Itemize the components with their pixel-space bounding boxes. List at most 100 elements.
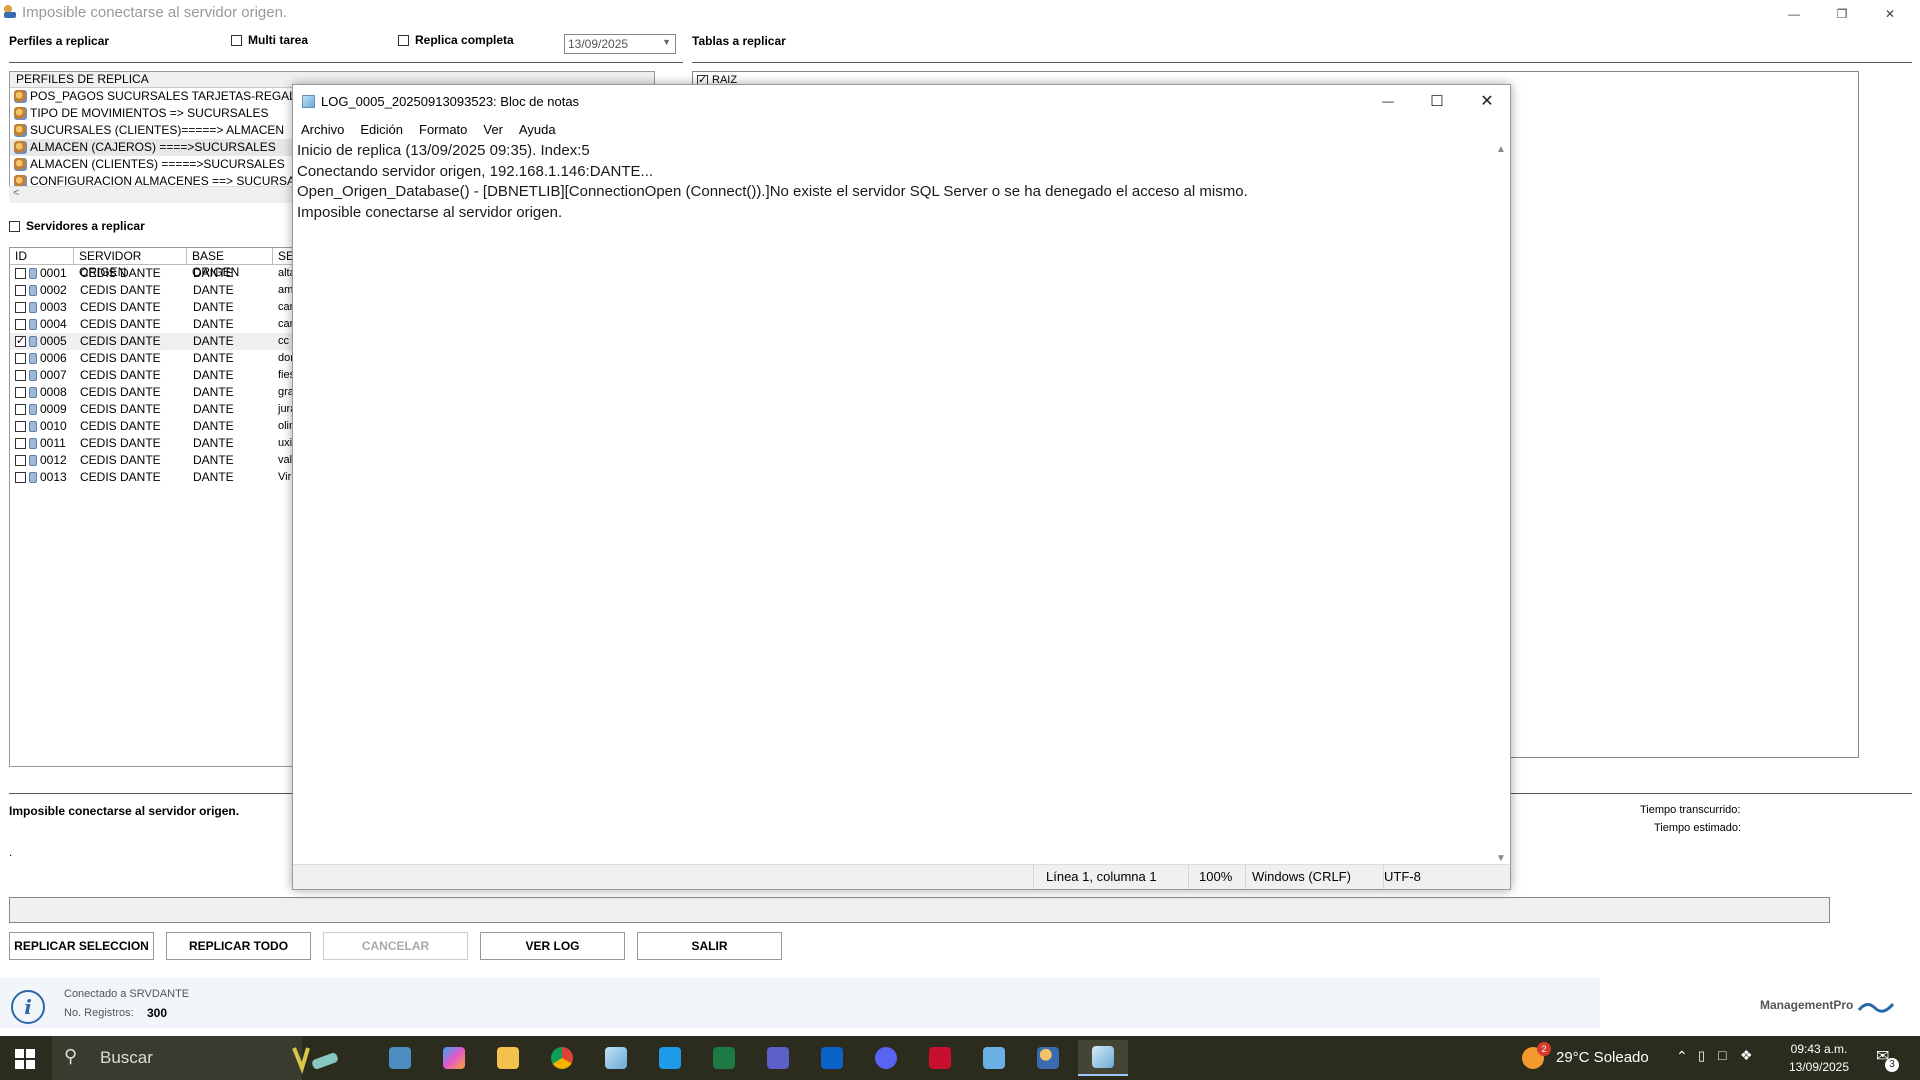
notepad-maximize-button[interactable]: ☐ <box>1413 85 1461 117</box>
row-checkbox[interactable] <box>15 353 26 364</box>
menu-archivo[interactable]: Archivo <box>293 119 352 141</box>
table-row[interactable]: 0006 CEDIS DANTE DANTE dor <box>10 350 308 367</box>
notepad-close-button[interactable]: ✕ <box>1463 85 1511 117</box>
search-icon: ⚲ <box>64 1046 78 1066</box>
taskbar-app-teams[interactable] <box>758 1040 798 1076</box>
taskbar-app-task-view[interactable] <box>380 1040 420 1076</box>
taskbar-app-chrome[interactable] <box>542 1040 582 1076</box>
close-icon: ✕ <box>1884 7 1896 21</box>
close-button[interactable]: ✕ <box>1866 0 1914 28</box>
notification-count: 3 <box>1885 1058 1899 1072</box>
chevron-down-icon[interactable]: ▼ <box>662 37 671 47</box>
table-row[interactable]: 0011 CEDIS DANTE DANTE uxi <box>10 435 308 452</box>
table-row[interactable]: 0002 CEDIS DANTE DANTE am <box>10 282 308 299</box>
cancelar-button[interactable]: CANCELAR <box>323 932 468 960</box>
minimize-button[interactable]: — <box>1770 0 1818 28</box>
notepad-titlebar[interactable]: LOG_0005_20250913093523: Bloc de notas —… <box>293 85 1510 117</box>
table-row[interactable]: 0003 CEDIS DANTE DANTE car <box>10 299 308 316</box>
row-checkbox[interactable] <box>15 319 26 330</box>
taskbar-app-discord[interactable] <box>866 1040 906 1076</box>
salir-button[interactable]: SALIR <box>637 932 782 960</box>
chevron-up-icon[interactable]: ⌃ <box>1676 1048 1688 1065</box>
menu-ver[interactable]: Ver <box>475 119 511 141</box>
taskbar-search[interactable]: ⚲ Buscar <box>52 1036 338 1080</box>
replica-completa-checkbox[interactable]: Replica completa <box>398 33 514 47</box>
chrome-icon <box>551 1047 573 1069</box>
base-cell: DANTE <box>193 317 234 331</box>
row-checkbox[interactable] <box>15 438 26 449</box>
servidor-cell: CEDIS DANTE <box>80 419 161 433</box>
usb-icon[interactable]: ▯ <box>1698 1048 1705 1064</box>
discord-icon <box>875 1047 897 1069</box>
chevron-down-icon[interactable]: ▼ <box>1496 853 1506 864</box>
table-row[interactable]: 0013 CEDIS DANTE DANTE Viri <box>10 469 308 486</box>
clock-date[interactable]: 13/09/2025 <box>1788 1060 1850 1074</box>
notepad-minimize-button[interactable]: — <box>1364 85 1412 117</box>
search-highlight-icon <box>290 1042 340 1075</box>
multi-tarea-checkbox[interactable]: Multi tarea <box>231 33 308 47</box>
log-line: Conectando servidor origen, 192.168.1.14… <box>297 162 654 180</box>
table-row[interactable]: 0007 CEDIS DANTE DANTE fies <box>10 367 308 384</box>
taskbar-app-explorer[interactable] <box>488 1040 528 1076</box>
checkbox-box[interactable] <box>9 220 20 232</box>
servidores-checkbox[interactable]: Servidores a replicar <box>9 219 145 233</box>
row-checkbox[interactable] <box>15 285 26 296</box>
notepad-text-area[interactable]: Inicio de replica (13/09/2025 09:35). In… <box>297 141 1487 841</box>
row-checkbox[interactable] <box>15 268 26 279</box>
id-cell: 0009 <box>10 401 74 418</box>
date-picker[interactable]: 13/09/2025 ▼ <box>564 34 676 54</box>
notepad-vertical-scrollbar[interactable]: ▲ ▼ <box>1492 141 1509 867</box>
menu-edicion[interactable]: Edición <box>352 119 411 141</box>
table-row[interactable]: 0001 CEDIS DANTE DANTE alta <box>10 265 308 282</box>
database-icon <box>29 455 37 466</box>
row-checkbox[interactable] <box>15 387 26 398</box>
chevron-up-icon[interactable]: ▲ <box>1496 144 1506 155</box>
weather-text[interactable]: 29°C Soleado <box>1556 1049 1649 1066</box>
replicar-todo-button[interactable]: REPLICAR TODO <box>166 932 311 960</box>
table-row[interactable]: 0005CEDIS DANTEDANTEcc <box>10 333 308 350</box>
row-checkbox[interactable] <box>15 421 26 432</box>
taskbar-app-outlook[interactable] <box>812 1040 852 1076</box>
row-checkbox[interactable] <box>15 455 26 466</box>
column-header[interactable]: BASE ORIGEN <box>187 248 273 279</box>
start-button[interactable] <box>8 1046 42 1072</box>
menu-ayuda[interactable]: Ayuda <box>511 119 564 141</box>
taskbar-app-sync[interactable] <box>650 1040 690 1076</box>
table-row[interactable]: 0004 CEDIS DANTE DANTE car <box>10 316 308 333</box>
clock-time[interactable]: 09:43 a.m. <box>1790 1042 1848 1056</box>
network-icon[interactable]: □ <box>1718 1047 1726 1063</box>
chevron-left-icon[interactable]: < <box>13 187 19 199</box>
taskbar-app-copilot[interactable] <box>434 1040 474 1076</box>
row-checkbox[interactable] <box>15 302 26 313</box>
row-checkbox[interactable] <box>15 370 26 381</box>
taskbar-app-replicador[interactable] <box>1028 1040 1068 1076</box>
table-row[interactable]: 0012 CEDIS DANTE DANTE val <box>10 452 308 469</box>
row-checkbox[interactable] <box>15 336 26 347</box>
table-row[interactable]: 0009 CEDIS DANTE DANTE jura <box>10 401 308 418</box>
id-cell: 0006 <box>10 350 74 367</box>
dropbox-icon[interactable]: ❖ <box>1740 1047 1753 1064</box>
table-row[interactable]: 0008 CEDIS DANTE DANTE gra <box>10 384 308 401</box>
checkbox-box[interactable] <box>231 34 242 46</box>
taskbar-app-notepad-active[interactable] <box>1078 1040 1128 1076</box>
servidor-cell: CEDIS DANTE <box>80 453 161 467</box>
taskbar-app-excel[interactable] <box>704 1040 744 1076</box>
taskbar-app-notepad[interactable] <box>596 1040 636 1076</box>
restore-button[interactable]: ❐ <box>1818 0 1866 28</box>
profile-label: ALMACEN (CLIENTES) =====>SUCURSALES <box>30 157 285 171</box>
taskbar-app-remote[interactable] <box>974 1040 1014 1076</box>
row-checkbox[interactable] <box>15 404 26 415</box>
id-cell: 0004 <box>10 316 74 333</box>
ver-log-button[interactable]: VER LOG <box>480 932 625 960</box>
checkbox-box[interactable] <box>398 34 409 46</box>
base-cell: DANTE <box>193 283 234 297</box>
column-header[interactable]: ID <box>10 248 74 264</box>
replicar-seleccion-button[interactable]: REPLICAR SELECCION <box>9 932 154 960</box>
multi-tarea-label: Multi tarea <box>248 33 309 47</box>
servers-table[interactable]: ID SERVIDOR ORIGEN BASE ORIGEN SE 0001 CE… <box>9 247 309 767</box>
table-row[interactable]: 0010 CEDIS DANTE DANTE olin <box>10 418 308 435</box>
row-checkbox[interactable] <box>15 472 26 483</box>
column-header[interactable]: SERVIDOR ORIGEN <box>74 248 187 279</box>
menu-formato[interactable]: Formato <box>411 119 475 141</box>
taskbar-app-acrobat[interactable] <box>920 1040 960 1076</box>
